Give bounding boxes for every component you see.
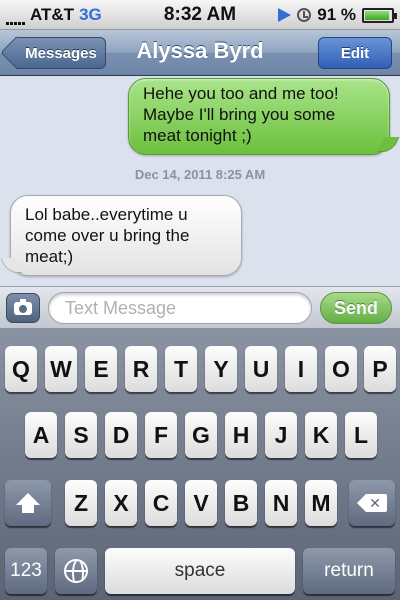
key-e[interactable]: E xyxy=(85,346,117,392)
key-p[interactable]: P xyxy=(364,346,396,392)
key-w[interactable]: W xyxy=(45,346,77,392)
conversation-title: Alyssa Byrd xyxy=(136,38,264,63)
key-r[interactable]: R xyxy=(125,346,157,392)
globe-icon xyxy=(64,559,88,583)
return-key[interactable]: return xyxy=(303,548,395,594)
message-timestamp: Dec 14, 2011 8:25 AM xyxy=(134,167,266,182)
key-b[interactable]: B xyxy=(225,480,257,526)
shift-arrow-icon xyxy=(16,493,40,513)
send-button[interactable]: Send xyxy=(320,292,392,324)
key-t[interactable]: T xyxy=(165,346,197,392)
alarm-clock-icon xyxy=(297,8,312,22)
key-a[interactable]: A xyxy=(25,412,57,458)
key-z[interactable]: Z xyxy=(65,480,97,526)
status-right: 91 % xyxy=(278,5,397,25)
globe-key[interactable] xyxy=(55,548,97,594)
text-message-input[interactable]: Text Message xyxy=(48,292,312,324)
camera-button[interactable] xyxy=(6,293,40,323)
battery-percent: 91 % xyxy=(317,5,356,24)
edit-button[interactable]: Edit xyxy=(318,37,392,69)
key-y[interactable]: Y xyxy=(205,346,237,392)
key-o[interactable]: O xyxy=(325,346,357,392)
camera-icon xyxy=(14,298,32,315)
key-m[interactable]: M xyxy=(305,480,337,526)
message-composer: Text Message Send xyxy=(0,286,400,328)
key-i[interactable]: I xyxy=(285,346,317,392)
space-key[interactable]: space xyxy=(105,548,295,594)
location-arrow-icon xyxy=(278,8,292,22)
key-v[interactable]: V xyxy=(185,480,217,526)
key-f[interactable]: F xyxy=(145,412,177,458)
shift-key[interactable] xyxy=(5,480,51,526)
key-u[interactable]: U xyxy=(245,346,277,392)
key-h[interactable]: H xyxy=(225,412,257,458)
key-s[interactable]: S xyxy=(65,412,97,458)
backspace-icon: ✕ xyxy=(357,494,387,512)
received-message-bubble[interactable]: Lol babe..everytime u come over u bring … xyxy=(10,195,242,276)
back-button-messages[interactable]: Messages xyxy=(16,37,106,69)
keyboard: Q W E R T Y U I O P A S D F G H J K L Z … xyxy=(0,328,400,600)
status-bar: AT&T 3G 8:32 AM 91 % xyxy=(0,0,400,30)
key-q[interactable]: Q xyxy=(5,346,37,392)
key-c[interactable]: C xyxy=(145,480,177,526)
delete-key[interactable]: ✕ xyxy=(349,480,395,526)
key-k[interactable]: K xyxy=(305,412,337,458)
battery-icon xyxy=(362,7,397,23)
key-j[interactable]: J xyxy=(265,412,297,458)
back-button-label: Messages xyxy=(25,44,97,62)
key-d[interactable]: D xyxy=(105,412,137,458)
key-x[interactable]: X xyxy=(105,480,137,526)
numbers-key[interactable]: 123 xyxy=(5,548,47,594)
key-n[interactable]: N xyxy=(265,480,297,526)
sent-message-bubble[interactable]: Hehe you too and me too! Maybe I'll brin… xyxy=(128,78,390,155)
message-thread[interactable]: Hehe you too and me too! Maybe I'll brin… xyxy=(0,76,400,286)
key-l[interactable]: L xyxy=(345,412,377,458)
key-g[interactable]: G xyxy=(185,412,217,458)
navigation-bar: Messages Alyssa Byrd Edit xyxy=(0,30,400,76)
